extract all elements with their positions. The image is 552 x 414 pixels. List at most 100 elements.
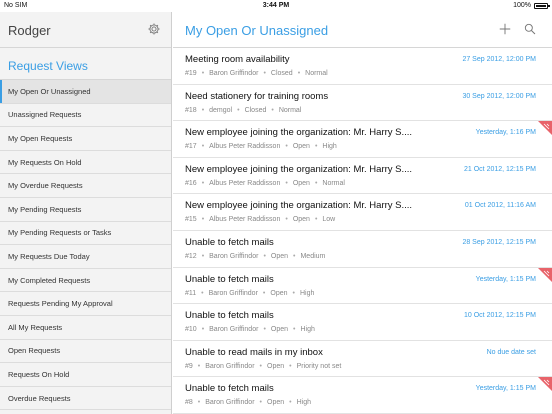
meta-field: Baron Griffindor [205, 362, 255, 370]
meta-separator: • [297, 70, 301, 77]
sidebar-item[interactable]: Open Requests [0, 340, 171, 364]
battery-status: 100% [513, 2, 550, 9]
meta-field: Baron Griffindor [209, 252, 259, 260]
meta-field: Albus Peter Raddisson [209, 216, 281, 224]
request-subject: Meeting room availability [185, 54, 290, 65]
meta-separator: • [263, 70, 266, 77]
sidebar-item[interactable]: My Open Requests [0, 127, 171, 151]
meta-field: Albus Peter Raddisson [209, 179, 281, 187]
meta-field: Albus Peter Raddisson [209, 143, 281, 151]
meta-separator: • [285, 216, 288, 224]
meta-separator: • [314, 216, 318, 224]
meta-field: High [299, 289, 315, 297]
request-subject: Unable to fetch mails [185, 273, 274, 285]
search-icon[interactable] [523, 22, 537, 36]
gear-icon[interactable] [147, 22, 161, 36]
meta-separator: • [201, 216, 205, 224]
request-row[interactable]: Need stationery for training rooms 30 Sep… [173, 85, 552, 122]
meta-field: #11 [185, 289, 197, 297]
meta-field: Open [292, 179, 310, 187]
request-meta: #11 • Baron Griffindor • Open • High [185, 290, 314, 297]
sidebar-item[interactable]: Requests Pending My Approval [0, 292, 171, 316]
meta-field: Normal [305, 70, 328, 77]
sidebar-item[interactable]: All My Requests [0, 316, 171, 340]
meta-separator: • [285, 143, 288, 151]
request-meta: #17 • Albus Peter Raddisson • Open • High [185, 143, 337, 150]
meta-field: Open [267, 362, 285, 370]
meta-separator: • [293, 252, 296, 260]
meta-separator: • [289, 399, 292, 407]
sidebar-item[interactable]: Overdue Requests [0, 387, 171, 411]
meta-separator: • [293, 326, 296, 334]
meta-field: Open [270, 289, 288, 297]
sidebar-item[interactable]: My Open Or Unassigned [0, 80, 171, 104]
sidebar-item[interactable]: Unassigned Requests [0, 104, 171, 128]
meta-field: #12 [185, 252, 197, 260]
sidebar-item[interactable]: My Overdue Requests [0, 174, 171, 198]
meta-field: Normal [322, 179, 345, 187]
request-row[interactable]: Unable to fetch mails 10 Oct 2012, 12:15 … [173, 304, 552, 341]
meta-field: Baron Griffindor [205, 399, 255, 407]
user-name: Rodger [8, 23, 51, 38]
main-header: My Open Or Unassigned [173, 12, 552, 48]
meta-separator: • [237, 106, 240, 114]
meta-separator: • [201, 70, 205, 77]
request-meta: #8 • Baron Griffindor • Open • High [185, 399, 311, 406]
request-row[interactable]: Unable to fetch mails Yesterday, 1:15 PM #… [173, 377, 552, 414]
meta-separator: • [285, 179, 288, 187]
request-due-date: No due date set [486, 348, 536, 356]
battery-icon [534, 2, 550, 9]
main-panel: My Open Or Unassigned Meeting room avail… [173, 12, 552, 414]
clock: 3:44 PM [262, 2, 290, 9]
request-subject: New employee joining the organization: M… [185, 127, 413, 139]
request-subject: Unable to fetch mails [185, 236, 274, 248]
page-title: My Open Or Unassigned [185, 23, 329, 38]
sidebar-section-title: Request Views [0, 48, 171, 80]
sidebar-item[interactable]: My Completed Requests [0, 269, 171, 293]
meta-field: Baron Griffindor [209, 70, 259, 77]
request-due-date: 27 Sep 2012, 12:00 PM [462, 56, 536, 63]
meta-field: Low [322, 216, 336, 224]
meta-field: Closed [270, 70, 293, 77]
request-row[interactable]: Unable to fetch mails 28 Sep 2012, 12:15 … [173, 231, 552, 268]
meta-field: Open [292, 216, 310, 224]
battery-percent: 100% [513, 2, 531, 9]
request-row[interactable]: Unable to read mails in my inbox No due d… [173, 341, 552, 378]
meta-separator: • [263, 326, 266, 334]
request-row[interactable]: New employee joining the organization: M… [173, 194, 552, 231]
meta-separator: • [263, 252, 266, 260]
request-row[interactable]: New employee joining the organization: M… [173, 121, 552, 158]
request-due-date: Yesterday, 1:16 PM [475, 129, 536, 137]
overdue-flag-icon [538, 121, 552, 136]
overdue-flag-icon [538, 377, 552, 392]
request-meta: #19 • Baron Griffindor • Closed • Normal [185, 70, 328, 77]
meta-separator: • [201, 326, 205, 334]
request-row[interactable]: Unable to fetch mails Yesterday, 1:15 PM #… [173, 267, 552, 305]
sidebar-item[interactable]: My Requests On Hold [0, 151, 171, 175]
request-subject: Unable to fetch mails [185, 310, 274, 322]
request-views-list: My Open Or Unassigned Unassigned Requests… [0, 80, 171, 411]
meta-field: #10 [185, 326, 197, 334]
request-due-date: 28 Sep 2012, 12:15 PM [462, 238, 536, 246]
sidebar: Rodger Request Views My Open Or Unassign… [0, 12, 172, 414]
sidebar-item[interactable]: My Pending Requests or Tasks [0, 222, 171, 246]
meta-separator: • [197, 399, 201, 407]
plus-icon[interactable] [498, 22, 512, 36]
meta-field: Medium [300, 252, 326, 260]
status-bar: No SIM 3:44 PM 100% [0, 0, 552, 12]
sidebar-item[interactable]: My Pending Requests [0, 198, 171, 222]
sidebar-header: Rodger [0, 12, 171, 48]
sidebar-item[interactable]: My Requests Due Today [0, 245, 171, 269]
meta-field: Closed [244, 106, 267, 114]
request-due-date: 01 Oct 2012, 11:16 AM [464, 202, 536, 210]
request-row[interactable]: New employee joining the organization: M… [173, 158, 552, 195]
meta-separator: • [197, 362, 201, 370]
request-subject: Unable to fetch mails [185, 383, 274, 395]
sidebar-item[interactable]: Requests On Hold [0, 363, 171, 387]
meta-separator: • [259, 399, 262, 407]
request-row[interactable]: Meeting room availability 27 Sep 2012, 12… [173, 48, 552, 85]
meta-separator: • [201, 143, 205, 151]
request-subject: Unable to read mails in my inbox [185, 346, 323, 358]
meta-separator: • [314, 179, 318, 187]
request-due-date: 21 Oct 2012, 12:15 PM [464, 165, 536, 173]
